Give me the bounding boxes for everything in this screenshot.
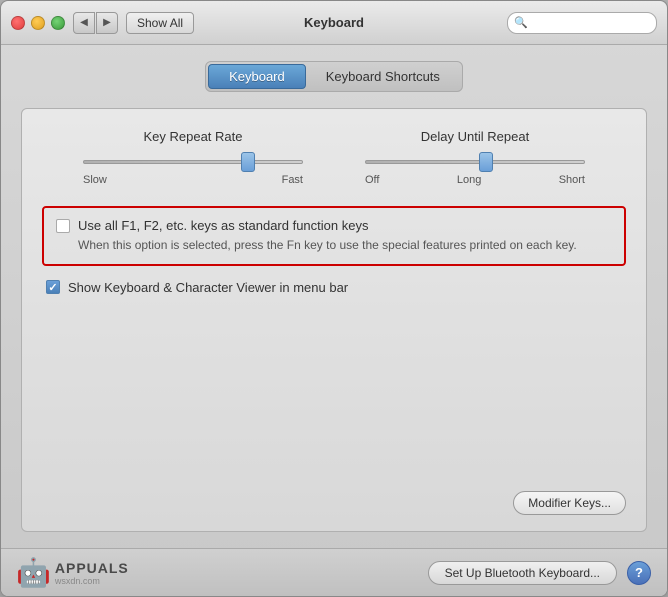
key-repeat-rate-labels: Slow Fast [83, 174, 303, 186]
maximize-button[interactable] [51, 16, 65, 30]
tab-keyboard[interactable]: Keyboard [208, 64, 306, 89]
delay-off-label: Off [365, 174, 379, 186]
viewer-label: Show Keyboard & Character Viewer in menu… [68, 280, 348, 295]
delay-until-repeat-slider-container[interactable] [365, 152, 585, 172]
viewer-checkbox-row: ✓ Show Keyboard & Character Viewer in me… [46, 280, 626, 295]
window-title: Keyboard [304, 15, 364, 30]
bluetooth-keyboard-button[interactable]: Set Up Bluetooth Keyboard... [428, 561, 617, 585]
modifier-keys-button[interactable]: Modifier Keys... [513, 491, 626, 515]
key-repeat-rate-slider-container[interactable] [83, 152, 303, 172]
search-box[interactable]: 🔍 [507, 12, 657, 34]
show-all-button[interactable]: Show All [126, 12, 194, 34]
content-area: Keyboard Keyboard Shortcuts Key Repeat R… [1, 45, 667, 548]
search-input[interactable] [531, 16, 650, 30]
delay-short-label: Short [559, 174, 585, 186]
key-repeat-slow-label: Slow [83, 174, 107, 186]
appuals-logo-icon: 🤖 [16, 556, 51, 589]
appuals-watermark: APPUALS wsxdn.com [55, 560, 129, 586]
main-panel: Key Repeat Rate Slow Fast Delay Until Re… [21, 108, 647, 532]
traffic-lights [11, 16, 65, 30]
key-repeat-rate-thumb[interactable] [241, 152, 255, 172]
key-repeat-fast-label: Fast [282, 174, 303, 186]
window: ◀ ▶ Show All Keyboard 🔍 Keyboard Keyboar… [0, 0, 668, 597]
tab-keyboard-shortcuts[interactable]: Keyboard Shortcuts [306, 65, 460, 88]
delay-until-repeat-label: Delay Until Repeat [421, 129, 529, 144]
key-repeat-rate-group: Key Repeat Rate Slow Fast [83, 129, 303, 186]
fn-keys-label: Use all F1, F2, etc. keys as standard fu… [78, 218, 368, 233]
help-button[interactable]: ? [627, 561, 651, 585]
viewer-checkbox[interactable]: ✓ [46, 280, 60, 294]
search-icon: 🔍 [514, 16, 528, 29]
fn-keys-checkbox-row: Use all F1, F2, etc. keys as standard fu… [56, 218, 612, 233]
delay-until-repeat-thumb[interactable] [479, 152, 493, 172]
back-button[interactable]: ◀ [73, 12, 95, 34]
footer-bar: 🤖 APPUALS wsxdn.com Set Up Bluetooth Key… [1, 548, 667, 596]
key-repeat-rate-label: Key Repeat Rate [143, 129, 242, 144]
delay-until-repeat-labels: Off Long Short [365, 174, 585, 186]
bottom-buttons: Modifier Keys... [513, 491, 626, 515]
fn-keys-checkbox[interactable] [56, 219, 70, 233]
close-button[interactable] [11, 16, 25, 30]
fn-keys-sublabel: When this option is selected, press the … [78, 237, 612, 254]
nav-buttons: ◀ ▶ [73, 12, 118, 34]
forward-button[interactable]: ▶ [96, 12, 118, 34]
title-bar: ◀ ▶ Show All Keyboard 🔍 [1, 1, 667, 45]
minimize-button[interactable] [31, 16, 45, 30]
fn-keys-section: Use all F1, F2, etc. keys as standard fu… [42, 206, 626, 266]
tab-bar: Keyboard Keyboard Shortcuts [205, 61, 463, 92]
sliders-row: Key Repeat Rate Slow Fast Delay Until Re… [42, 129, 626, 186]
delay-until-repeat-group: Delay Until Repeat Off Long Short [365, 129, 585, 186]
key-repeat-rate-track [83, 160, 303, 164]
delay-long-label: Long [457, 174, 481, 186]
delay-until-repeat-track [365, 160, 585, 164]
